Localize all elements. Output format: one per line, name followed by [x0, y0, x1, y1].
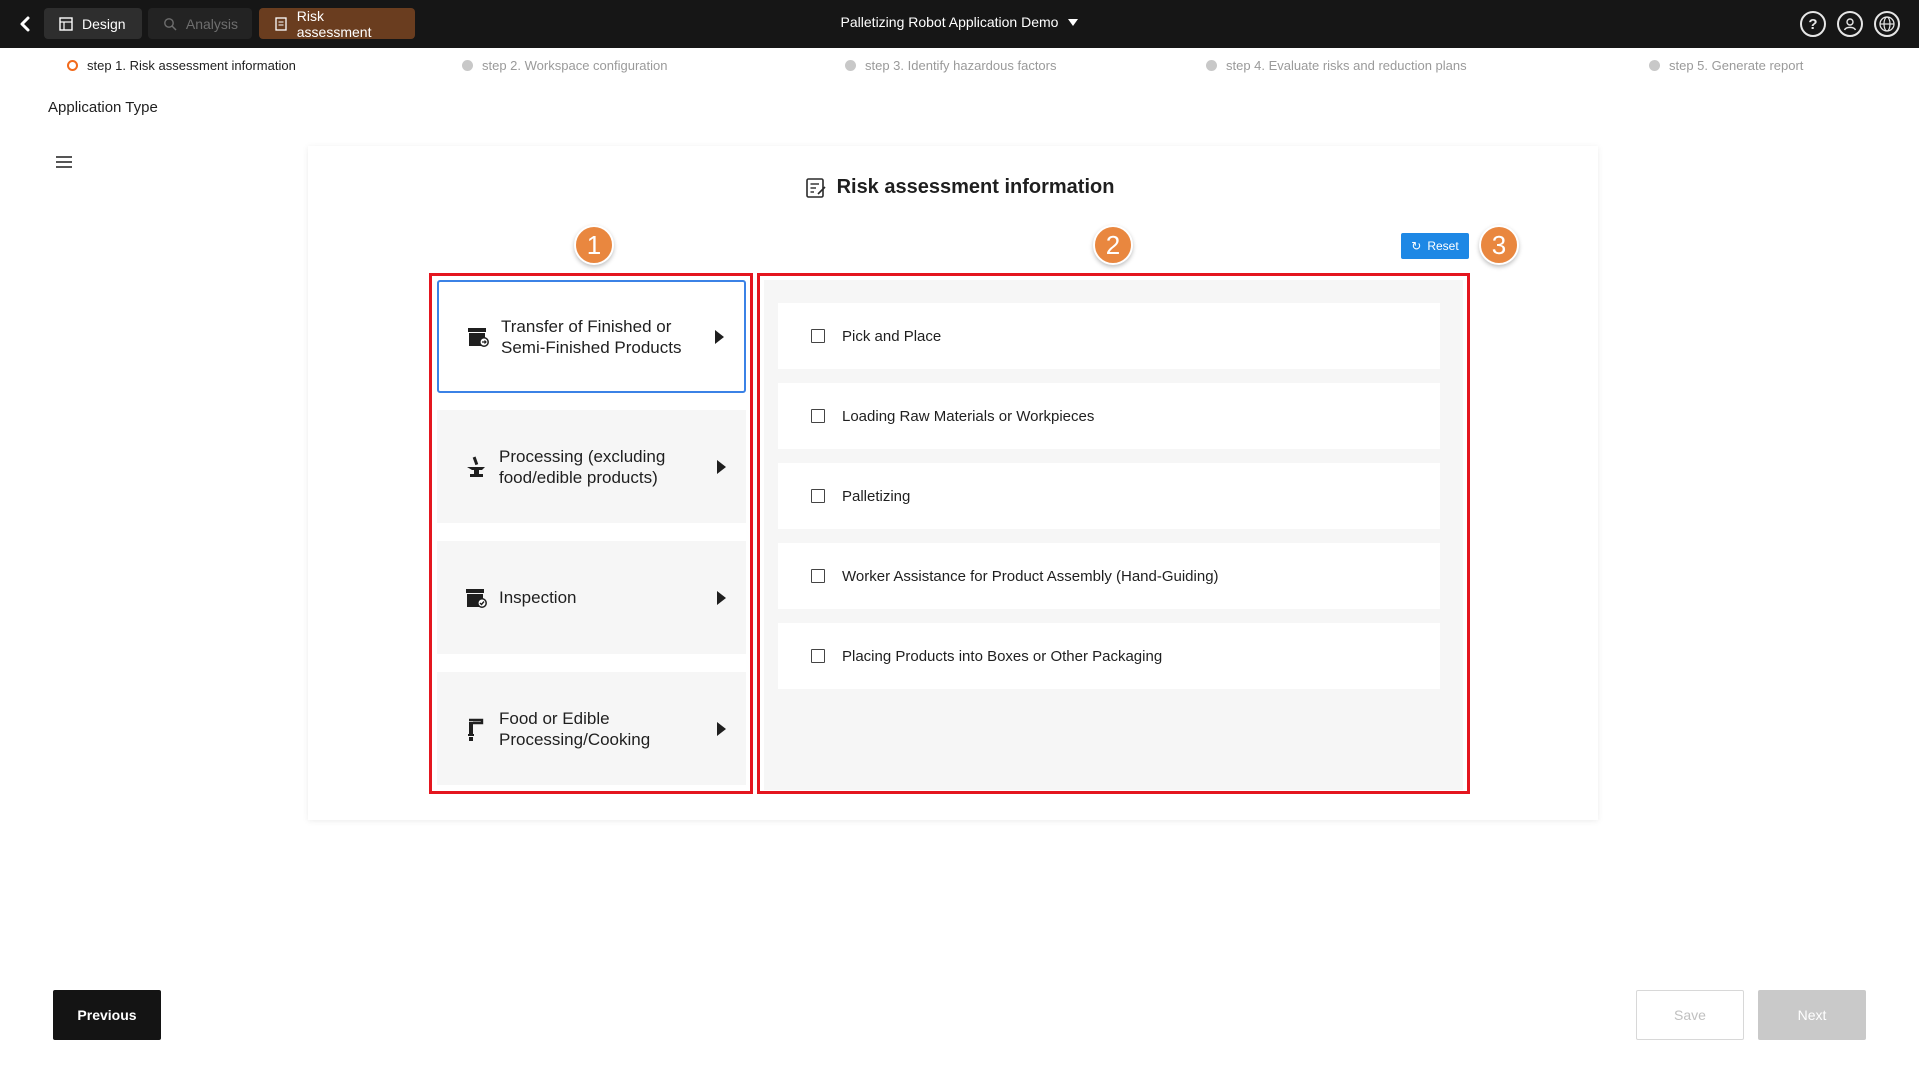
- user-icon[interactable]: [1837, 11, 1863, 37]
- tab-analysis[interactable]: Analysis: [148, 8, 252, 39]
- tab-risk-assessment-label: Risk assessment: [296, 7, 372, 40]
- project-title: Palletizing Robot Application Demo: [840, 14, 1059, 30]
- step-4-dot: [1206, 60, 1217, 71]
- step-3[interactable]: step 3. Identify hazardous factors: [845, 58, 1057, 73]
- step-progress: step 1. Risk assessment information step…: [0, 58, 1919, 78]
- step-3-dot: [845, 60, 856, 71]
- card-title: Risk assessment information: [836, 176, 1115, 198]
- previous-button[interactable]: Previous: [53, 990, 161, 1040]
- back-arrow-icon[interactable]: [12, 10, 40, 38]
- globe-icon[interactable]: [1874, 11, 1900, 37]
- analysis-search-icon: [162, 16, 178, 32]
- tab-design-label: Design: [82, 15, 126, 32]
- top-bar: Design Analysis Risk assessment Palletiz…: [0, 0, 1919, 48]
- step-1[interactable]: step 1. Risk assessment information: [67, 58, 296, 73]
- save-button[interactable]: Save: [1636, 990, 1744, 1040]
- layout-icon: [58, 16, 74, 32]
- reset-label: Reset: [1427, 239, 1459, 253]
- step-2[interactable]: step 2. Workspace configuration: [462, 58, 667, 73]
- step-1-label: step 1. Risk assessment information: [87, 58, 296, 73]
- project-selector[interactable]: Palletizing Robot Application Demo: [841, 14, 1079, 30]
- hamburger-menu-icon[interactable]: [56, 156, 72, 170]
- step-3-label: step 3. Identify hazardous factors: [865, 58, 1057, 73]
- highlight-box-options: [757, 273, 1470, 794]
- step-5-dot: [1649, 60, 1660, 71]
- section-label: Application Type: [48, 99, 158, 116]
- step-2-label: step 2. Workspace configuration: [482, 58, 668, 73]
- tab-analysis-label: Analysis: [185, 15, 238, 32]
- caret-down-icon: [1068, 18, 1079, 26]
- step-4-label: step 4. Evaluate risks and reduction pla…: [1226, 58, 1467, 73]
- callout-3: 3: [1479, 225, 1519, 265]
- step-5[interactable]: step 5. Generate report: [1649, 58, 1803, 73]
- tab-risk-assessment[interactable]: Risk assessment: [259, 7, 415, 40]
- step-4[interactable]: step 4. Evaluate risks and reduction pla…: [1206, 58, 1467, 73]
- step-1-dot: [67, 60, 78, 71]
- document-icon: [273, 16, 289, 32]
- card-title-wrap: Risk assessment information: [0, 176, 1919, 205]
- reset-button[interactable]: ↻ Reset: [1401, 233, 1469, 259]
- tab-design[interactable]: Design: [44, 8, 142, 39]
- next-button[interactable]: Next: [1758, 990, 1866, 1040]
- refresh-icon: ↻: [1411, 239, 1422, 253]
- highlight-box-categories: [429, 273, 753, 794]
- step-5-label: step 5. Generate report: [1669, 58, 1804, 73]
- step-2-dot: [462, 60, 473, 71]
- callout-1: 1: [574, 225, 614, 265]
- checklist-document-icon: [805, 177, 827, 199]
- help-icon[interactable]: ?: [1800, 11, 1826, 37]
- callout-2: 2: [1093, 225, 1133, 265]
